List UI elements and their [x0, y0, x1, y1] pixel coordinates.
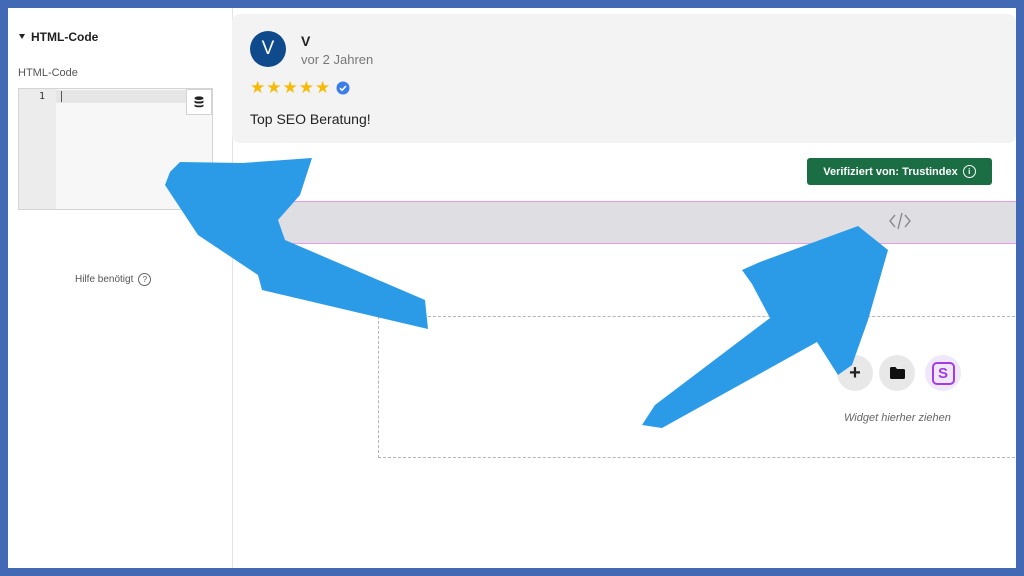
html-widget-placeholder[interactable]	[246, 201, 1016, 244]
star-icon: ★	[250, 78, 266, 97]
info-icon: i	[962, 165, 976, 178]
reviewer-name: V	[301, 33, 311, 49]
help-text: Hilfe benötigt	[75, 274, 134, 285]
database-icon	[194, 96, 204, 108]
badge-label: Verifiziert von: Trustindex	[823, 165, 958, 178]
line-number: 1	[39, 91, 46, 102]
avatar: V	[250, 31, 286, 67]
section-title: HTML-Code	[31, 30, 99, 44]
trustindex-verified-badge[interactable]: Verifiziert von: Trustindex i	[807, 158, 992, 185]
text-cursor	[61, 91, 62, 102]
s-logo-icon: S	[931, 361, 955, 385]
drop-zone-label: Widget hierher ziehen	[844, 412, 951, 424]
add-template-button[interactable]	[879, 355, 915, 391]
review-card: V V vor 2 Jahren ★ ★ ★ ★ ★ Top SEO Berat…	[232, 14, 1016, 143]
html-code-editor[interactable]: 1	[18, 88, 213, 210]
editor-sidebar: HTML-Code HTML-Code 1 Hilfe benötigt ?	[8, 8, 233, 568]
starter-templates-button[interactable]: S	[925, 355, 961, 391]
brand-text: seo-blogger.net	[801, 532, 991, 560]
star-icon: ★	[315, 78, 331, 97]
caret-down-icon	[19, 34, 25, 39]
folder-icon	[889, 367, 905, 379]
star-rating: ★ ★ ★ ★ ★	[250, 78, 350, 98]
star-icon: ★	[266, 78, 282, 97]
dynamic-tags-button[interactable]	[186, 89, 212, 115]
page-canvas: HTML-Code HTML-Code 1 Hilfe benötigt ? V…	[8, 8, 1016, 568]
help-link[interactable]: Hilfe benötigt ?	[75, 273, 152, 286]
code-icon	[889, 212, 911, 230]
widget-drop-zone[interactable]: + S Widget hierher ziehen	[378, 316, 1016, 458]
branding-watermark: seo-blogger.net	[765, 532, 990, 561]
plus-icon: +	[849, 362, 861, 384]
question-mark-icon: ?	[138, 273, 152, 286]
rocket-logo-icon	[765, 534, 791, 559]
section-toggle-html-code[interactable]: HTML-Code	[19, 30, 98, 44]
line-number-gutter	[19, 89, 56, 209]
add-element-button[interactable]: +	[837, 355, 873, 391]
review-time: vor 2 Jahren	[301, 52, 374, 67]
review-text: Top SEO Beratung!	[250, 111, 371, 127]
html-code-field-label: HTML-Code	[18, 67, 78, 79]
star-icon: ★	[282, 78, 298, 97]
star-icon: ★	[298, 78, 314, 97]
verified-check-icon	[336, 81, 350, 95]
